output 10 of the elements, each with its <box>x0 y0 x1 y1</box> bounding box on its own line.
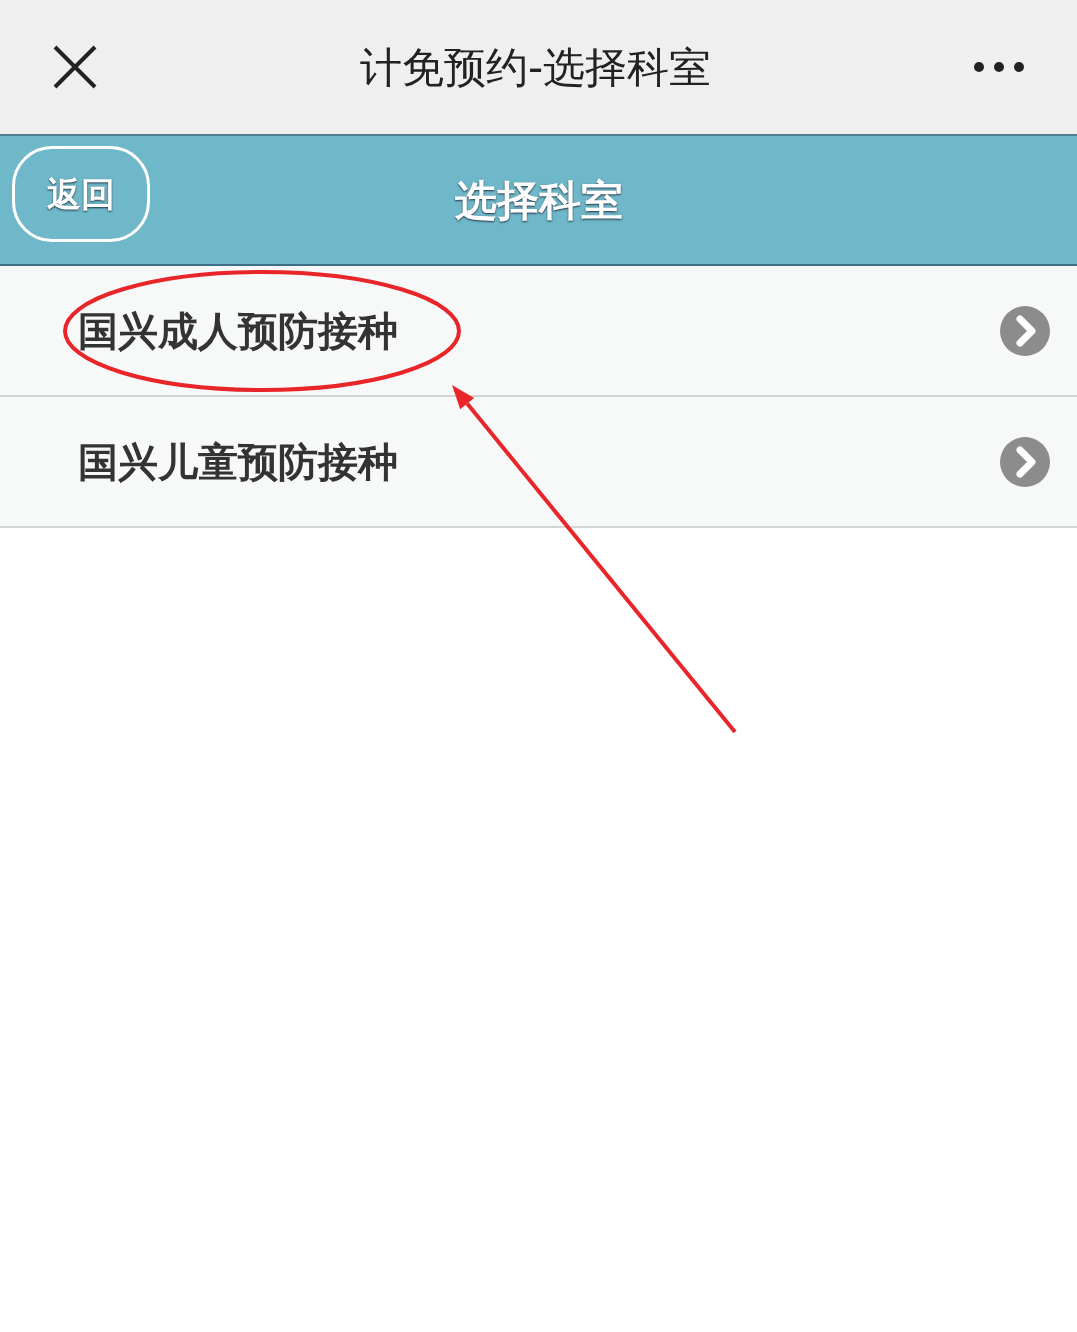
chevron-icon <box>999 304 1051 357</box>
list-item[interactable]: 国兴儿童预防接种 <box>0 397 1077 528</box>
item-label: 国兴儿童预防接种 <box>78 437 398 487</box>
header-title: 选择科室 <box>454 174 623 227</box>
chevron-icon <box>999 435 1051 488</box>
item-label: 国兴成人预防接种 <box>78 306 398 356</box>
close-icon[interactable] <box>52 44 98 90</box>
window-title: 计免预约-选择科室 <box>359 41 712 94</box>
more-icon[interactable] <box>973 61 1025 73</box>
list-item[interactable]: 国兴成人预防接种 <box>0 266 1077 397</box>
